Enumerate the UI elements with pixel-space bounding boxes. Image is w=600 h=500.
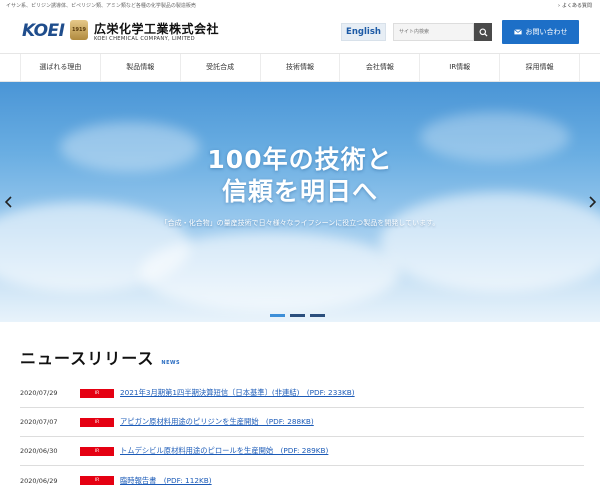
news-section: ニュースリリース NEWS 2020/07/29 IR 2021年3月期第1四半… — [20, 345, 584, 485]
ir-badge: IR — [80, 446, 114, 456]
slider-prev-button[interactable] — [2, 194, 14, 210]
news-date: 2020/07/29 — [20, 389, 58, 397]
anniversary-emblem-icon: 1919 — [70, 20, 88, 40]
news-link[interactable]: 2021年3月期第1四半期決算短信〔日本基準〕(非連結) (PDF: 233KB… — [120, 388, 355, 398]
news-link[interactable]: トムデシビル原材料用途のピロールを生産開始 (PDF: 289KB) — [120, 446, 328, 456]
english-button[interactable]: English — [341, 23, 386, 41]
company-name-en: KOEI CHEMICAL COMPANY, LIMITED — [94, 36, 195, 42]
site-tagline: イサン系、ピリジン誘導体、ピペリジン類、アミン類など各種の化学製品の製造販売 — [6, 3, 196, 9]
news-link[interactable]: 臨時報告書 (PDF: 112KB) — [120, 476, 212, 486]
news-item: 2020/06/29 IR 臨時報告書 (PDF: 112KB) — [20, 466, 584, 495]
ir-badge: IR — [80, 417, 114, 427]
contact-button[interactable]: お問い合わせ — [502, 20, 579, 44]
koei-logo[interactable]: KOEI — [22, 21, 65, 41]
news-date: 2020/07/07 — [20, 418, 58, 426]
news-date: 2020/06/29 — [20, 476, 58, 485]
mail-icon — [513, 29, 522, 35]
slider-dot[interactable] — [270, 314, 285, 317]
news-link[interactable]: アピガン原材料用途のピリジンを生産開始 (PDF: 288KB) — [120, 417, 314, 427]
faq-label: よくある質問 — [561, 3, 592, 9]
contact-button-label: お問い合わせ — [525, 28, 568, 36]
nav-item-ir[interactable]: IR情報 — [419, 54, 499, 81]
hero-slider: 100年の技術と 信頼を明日へ 「合成・化合物」の量産技術で日々様々なライフシー… — [0, 82, 600, 322]
top-strip: イサン系、ピリジン誘導体、ピペリジン類、アミン類など各種の化学製品の製造販売 ›… — [0, 0, 600, 12]
news-title: ニュースリリース — [20, 349, 155, 368]
site-header: KOEI 1919 広栄化学工業株式会社 KOEI CHEMICAL COMPA… — [0, 12, 600, 52]
cloud-decoration — [140, 232, 400, 312]
site-search — [393, 23, 492, 41]
news-item: 2020/07/07 IR アピガン原材料用途のピリジンを生産開始 (PDF: … — [20, 408, 584, 437]
nav-item-contract-synthesis[interactable]: 受託合成 — [179, 54, 260, 81]
search-input[interactable] — [393, 23, 474, 41]
hero-title-line1: 100年の技術と — [207, 145, 393, 174]
hero-subtitle: 「合成・化合物」の量産技術で日々様々なライフシーンに役立つ製品を開発しています。 — [160, 219, 440, 227]
news-item: 2020/07/29 IR 2021年3月期第1四半期決算短信〔日本基準〕(非連… — [20, 379, 584, 408]
nav-item-company[interactable]: 会社情報 — [339, 54, 419, 81]
slider-dot[interactable] — [310, 314, 325, 317]
chevron-left-icon — [4, 196, 12, 208]
nav-item-recruit[interactable]: 採用情報 — [499, 54, 581, 81]
search-button[interactable] — [474, 23, 492, 41]
slider-dots — [270, 314, 325, 317]
faq-link[interactable]: › よくある質問 — [558, 2, 592, 9]
chevron-right-icon — [588, 196, 596, 208]
hero-title-line2: 信頼を明日へ — [221, 177, 378, 206]
news-subtitle: NEWS — [161, 360, 181, 366]
nav-item-products[interactable]: 製品情報 — [99, 54, 180, 81]
slider-dot[interactable] — [290, 314, 305, 317]
search-icon — [478, 27, 488, 37]
ir-badge: IR — [80, 476, 114, 485]
hero-title: 100年の技術と 信頼を明日へ — [0, 144, 600, 208]
nav-item-reasons[interactable]: 選ばれる理由 — [20, 54, 100, 81]
ir-badge: IR — [80, 388, 114, 398]
emblem-text: 1919 — [72, 27, 86, 33]
news-list: 2020/07/29 IR 2021年3月期第1四半期決算短信〔日本基準〕(非連… — [20, 379, 584, 495]
company-name-jp[interactable]: 広栄化学工業株式会社 — [94, 20, 219, 37]
news-item: 2020/06/30 IR トムデシビル原材料用途のピロールを生産開始 (PDF… — [20, 437, 584, 466]
slider-next-button[interactable] — [586, 194, 598, 210]
nav-item-technology[interactable]: 技術情報 — [259, 54, 340, 81]
chevron-right-icon: › — [557, 3, 560, 9]
global-nav: 選ばれる理由 製品情報 受託合成 技術情報 会社情報 IR情報 採用情報 — [0, 53, 600, 82]
news-heading: ニュースリリース NEWS — [20, 345, 580, 369]
news-date: 2020/06/30 — [20, 447, 58, 455]
